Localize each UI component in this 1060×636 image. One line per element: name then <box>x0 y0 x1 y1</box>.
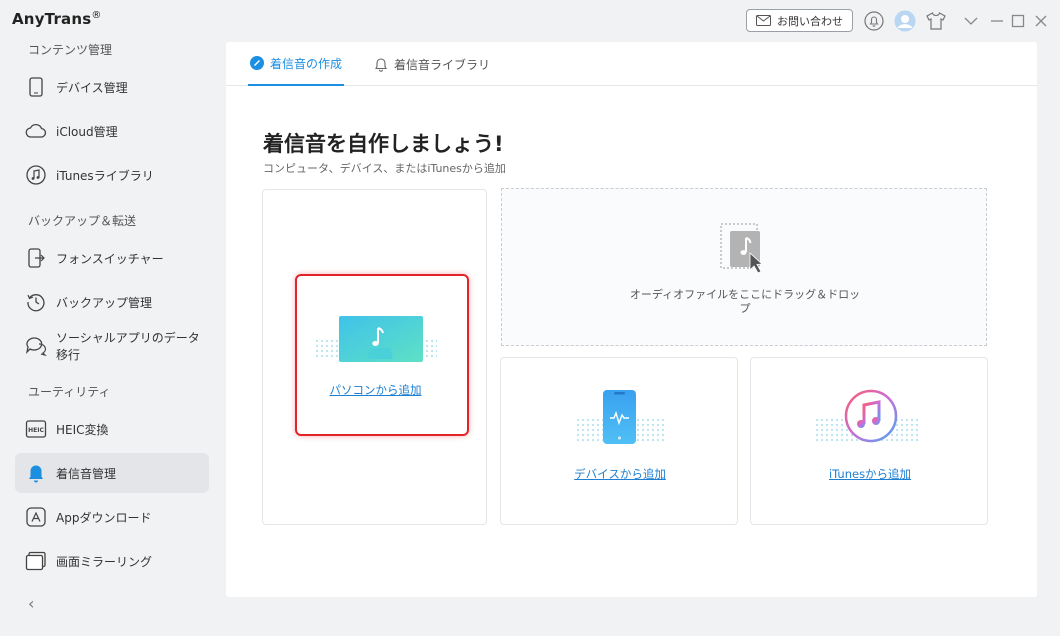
title-bar: AnyTrans® お問い合わせ <box>0 0 1060 40</box>
phone-icon <box>25 76 47 98</box>
avatar-icon[interactable] <box>894 10 916 32</box>
contact-button[interactable]: お問い合わせ <box>746 9 853 32</box>
sidebar-item-phone-switcher[interactable]: フォンスイッチャー <box>15 238 209 278</box>
add-from-pc-card[interactable]: パソコンから追加 <box>262 189 487 525</box>
sidebar-item-icloud[interactable]: iCloud管理 <box>15 111 209 151</box>
mail-icon <box>756 15 771 26</box>
phone-switch-icon <box>25 247 47 269</box>
chat-bubbles-icon <box>25 335 47 357</box>
dropdown-chevron-icon[interactable] <box>960 10 982 32</box>
sidebar: コンテンツ管理 デバイス管理 iCloud管理 iTunesライブラリ バックア… <box>0 40 222 636</box>
audio-file-icon <box>720 223 763 274</box>
monitor-stand-icon <box>367 348 393 359</box>
sidebar-item-device-manager[interactable]: デバイス管理 <box>15 67 209 107</box>
bell-icon[interactable] <box>863 10 885 32</box>
add-from-itunes-link[interactable]: iTunesから追加 <box>751 466 989 482</box>
tab-bar: 着信音の作成 着信音ライブラリ <box>226 42 1037 86</box>
drop-zone[interactable]: オーディオファイルをここにドラッグ＆ドロッ プ <box>501 188 987 346</box>
maximize-icon[interactable] <box>1007 10 1029 32</box>
tab-ringtone-library[interactable]: 着信音ライブラリ <box>374 42 490 86</box>
bell-outline-icon <box>375 57 387 72</box>
section-label-utility: ユーティリティ <box>28 385 111 399</box>
screen-mirror-icon <box>25 550 47 572</box>
add-from-device-link[interactable]: デバイスから追加 <box>501 466 739 482</box>
sidebar-item-app-download[interactable]: Appダウンロード <box>15 497 209 537</box>
drop-zone-text: オーディオファイルをここにドラッグ＆ドロッ プ <box>629 288 861 315</box>
sidebar-item-social-app-transfer[interactable]: ソーシャルアプリのデータ移行 <box>15 326 209 366</box>
heic-icon: HEIC <box>25 418 47 440</box>
page-heading: 着信音を自作しましょう! <box>263 132 504 156</box>
sidebar-item-screen-mirroring[interactable]: 画面ミラーリング <box>15 541 209 581</box>
sidebar-item-ringtone-manager[interactable]: 着信音管理 <box>15 453 209 493</box>
bell-filled-icon <box>25 462 47 484</box>
itunes-illustration <box>815 389 919 443</box>
history-clock-icon <box>25 291 47 313</box>
section-label-backup-transfer: バックアップ＆転送 <box>28 214 137 228</box>
minimize-icon[interactable] <box>986 10 1008 32</box>
add-from-pc-link[interactable]: パソコンから追加 <box>263 382 488 398</box>
collapse-sidebar-icon[interactable]: ‹ <box>28 594 34 613</box>
cloud-icon <box>25 120 47 142</box>
add-from-device-card[interactable]: デバイスから追加 <box>500 357 738 525</box>
svg-text:HEIC: HEIC <box>28 427 44 434</box>
sidebar-item-itunes-library[interactable]: iTunesライブラリ <box>15 155 209 195</box>
page-subheading: コンピュータ、デバイス、またはiTunesから追加 <box>263 162 506 175</box>
music-note-icon <box>25 164 47 186</box>
app-title: AnyTrans® <box>12 10 102 28</box>
app-store-icon <box>25 506 47 528</box>
device-illustration <box>576 390 664 444</box>
tshirt-icon[interactable] <box>925 10 947 32</box>
close-icon[interactable] <box>1030 10 1052 32</box>
sidebar-item-backup-manager[interactable]: バックアップ管理 <box>15 282 209 322</box>
section-label-contents: コンテンツ管理 <box>28 43 113 57</box>
sidebar-item-heic-convert[interactable]: HEIC HEIC変換 <box>15 409 209 449</box>
tab-create-ringtone[interactable]: 着信音の作成 <box>248 42 345 86</box>
add-from-itunes-card[interactable]: iTunesから追加 <box>750 357 988 525</box>
main-panel: 着信音の作成 着信音ライブラリ 着信音を自作しましょう! コンピュータ、デバイス… <box>226 42 1037 597</box>
edit-icon <box>250 56 264 70</box>
